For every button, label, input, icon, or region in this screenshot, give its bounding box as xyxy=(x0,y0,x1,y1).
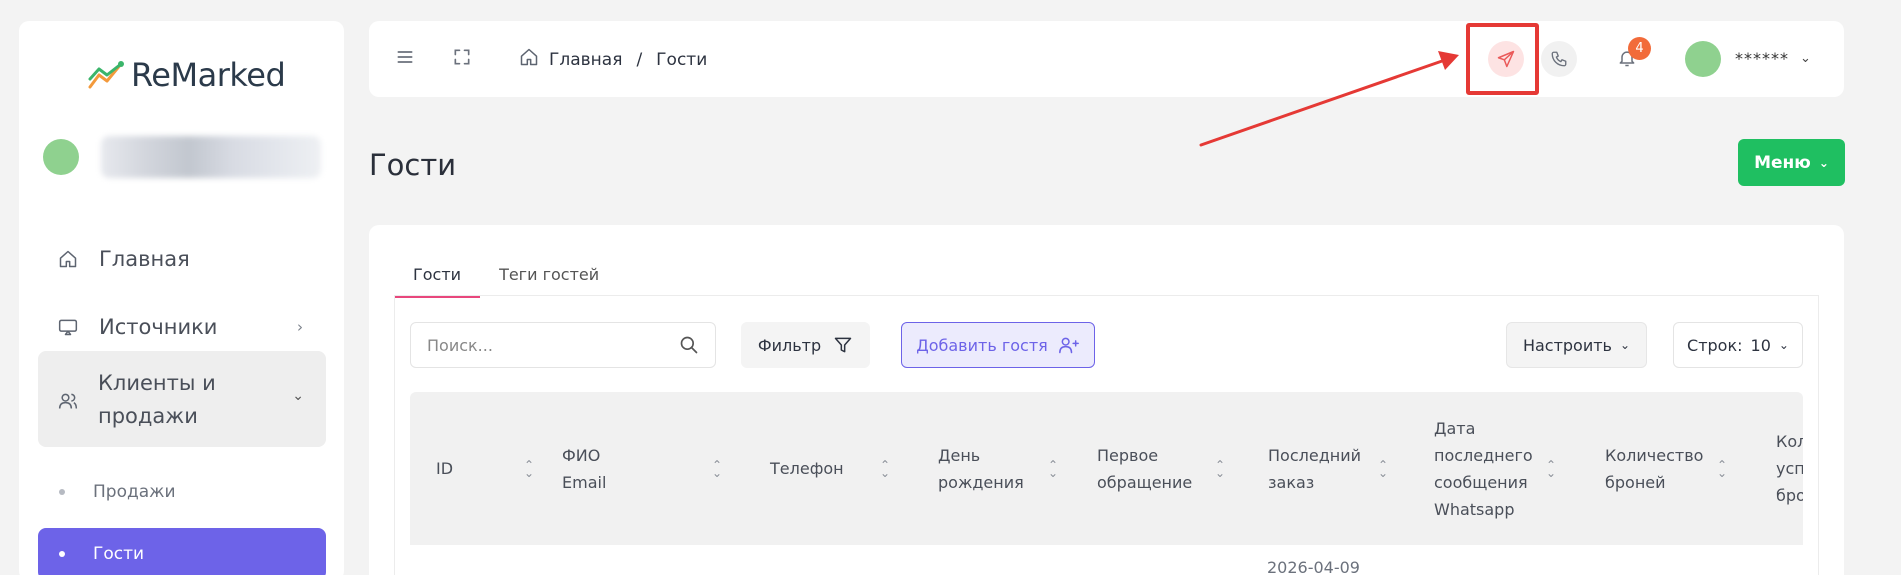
logo-chart-icon xyxy=(88,61,124,89)
sidebar-subitem-guests[interactable]: Гости xyxy=(38,528,326,575)
column-header-last-order[interactable]: Последний заказ ⌃ ⌄ xyxy=(1268,392,1398,545)
column-header-last-whatsapp[interactable]: Дата последнего сообщения Whatsapp ⌃ ⌄ xyxy=(1434,392,1564,545)
sidebar-subitem-label: Продажи xyxy=(93,482,176,502)
filter-icon xyxy=(834,337,852,353)
sidebar-item-sources[interactable]: Источники › xyxy=(37,315,325,339)
home-icon xyxy=(57,248,79,270)
sidebar: ReMarked Главная Источники › Клиенты и п… xyxy=(19,21,344,575)
sort-icon[interactable]: ⌃ ⌄ xyxy=(712,459,722,479)
top-header: Главная / Гости 4 ****** ⌄ xyxy=(369,21,1844,97)
menu-icon[interactable] xyxy=(395,47,419,71)
users-icon xyxy=(58,391,78,415)
tabs: Гости Теги гостей xyxy=(394,265,618,298)
sidebar-item-home[interactable]: Главная xyxy=(37,247,325,271)
column-header-phone[interactable]: Телефон ⌃ ⌄ xyxy=(770,392,900,545)
chevron-right-icon: › xyxy=(297,318,303,336)
search-icon xyxy=(679,335,699,359)
annotation-arrow xyxy=(1199,51,1459,147)
fullscreen-icon[interactable] xyxy=(452,47,476,71)
table-header: ID ⌃ ⌄ ФИО Email ⌃ ⌄ Телефон ⌃ ⌄ День рожде… xyxy=(410,392,1803,545)
menu-button[interactable]: Меню ⌄ xyxy=(1738,139,1845,186)
home-icon[interactable] xyxy=(519,47,539,72)
rows-per-page-select[interactable]: Строк: 10 ⌄ xyxy=(1673,322,1803,368)
filter-button[interactable]: Фильтр xyxy=(741,322,870,368)
chevron-down-icon: ⌄ xyxy=(1778,338,1789,352)
tab-guest-tags[interactable]: Теги гостей xyxy=(480,265,618,298)
sort-icon[interactable]: ⌃ ⌄ xyxy=(1215,459,1225,479)
page-title: Гости xyxy=(369,148,457,182)
sort-icon[interactable]: ⌃ ⌄ xyxy=(880,459,890,479)
chevron-down-icon: ⌄ xyxy=(1818,155,1829,170)
tab-guests[interactable]: Гости xyxy=(394,265,481,298)
breadcrumb: Главная / Гости xyxy=(519,47,707,72)
avatar[interactable] xyxy=(1685,41,1721,77)
sort-icon[interactable]: ⌃ ⌄ xyxy=(1717,459,1727,479)
bullet-icon xyxy=(59,551,65,557)
column-header-birthday[interactable]: День рождения ⌃ ⌄ xyxy=(938,392,1068,545)
configure-label: Настроить xyxy=(1522,335,1612,355)
avatar xyxy=(43,139,79,175)
user-name-blurred xyxy=(101,136,321,178)
column-header-name-email[interactable]: ФИО Email ⌃ ⌄ xyxy=(562,392,732,545)
chevron-down-icon: ⌄ xyxy=(1619,338,1631,352)
column-header-id[interactable]: ID ⌃ ⌄ xyxy=(436,392,546,545)
table-cell-last-order: 2026-04-09 xyxy=(1267,558,1360,575)
notification-badge: 4 xyxy=(1628,37,1651,60)
sidebar-subitem-label: Гости xyxy=(93,544,145,564)
sidebar-item-clients[interactable]: Клиенты и продажи ⌄ xyxy=(38,351,326,447)
sidebar-item-label: Клиенты и продажи xyxy=(98,371,216,428)
chevron-down-icon: ⌄ xyxy=(292,388,304,404)
sort-icon[interactable]: ⌃ ⌄ xyxy=(1048,459,1058,479)
monitor-icon xyxy=(57,316,79,338)
add-guest-button[interactable]: Добавить гостя xyxy=(901,322,1095,368)
rows-value: 10 xyxy=(1750,335,1771,355)
sidebar-user[interactable] xyxy=(43,136,321,178)
sort-icon[interactable]: ⌃ ⌄ xyxy=(524,459,534,479)
configure-button[interactable]: Настроить ⌄ xyxy=(1506,322,1647,368)
guests-card: Гости Теги гостей Поиск... Фильтр Добави… xyxy=(369,225,1844,575)
column-header-successful-bookings[interactable]: Кол усп бро xyxy=(1776,392,1803,545)
sort-icon[interactable]: ⌃ ⌄ xyxy=(1546,459,1556,479)
breadcrumb-current: Гости xyxy=(656,49,708,70)
breadcrumb-separator: / xyxy=(636,49,643,70)
sidebar-item-label: Источники xyxy=(99,315,218,339)
add-guest-label: Добавить гостя xyxy=(916,335,1048,355)
breadcrumb-home[interactable]: Главная xyxy=(549,50,622,70)
chevron-down-icon[interactable]: ⌄ xyxy=(1800,51,1811,66)
search-field[interactable]: Поиск... xyxy=(410,322,716,368)
menu-button-label: Меню xyxy=(1754,152,1811,173)
phone-icon xyxy=(1551,51,1567,67)
sidebar-subitem-sales[interactable]: Продажи xyxy=(59,482,176,502)
sort-icon[interactable]: ⌃ ⌄ xyxy=(1378,459,1388,479)
sidebar-item-label: Главная xyxy=(99,247,190,271)
user-name[interactable]: ****** xyxy=(1735,49,1789,68)
filter-label: Фильтр xyxy=(757,335,822,355)
column-header-bookings-count[interactable]: Количество броней ⌃ ⌄ xyxy=(1605,392,1735,545)
highlight-box xyxy=(1466,23,1539,95)
search-input[interactable]: Поиск... xyxy=(427,336,493,355)
column-header-first-contact[interactable]: Первое обращение ⌃ ⌄ xyxy=(1097,392,1237,545)
brand-name: ReMarked xyxy=(131,56,286,94)
logo[interactable]: ReMarked xyxy=(87,56,286,94)
bullet-icon xyxy=(59,489,65,495)
rows-label: Строк: xyxy=(1687,335,1743,355)
phone-button[interactable] xyxy=(1541,41,1577,77)
add-user-icon xyxy=(1058,337,1079,354)
